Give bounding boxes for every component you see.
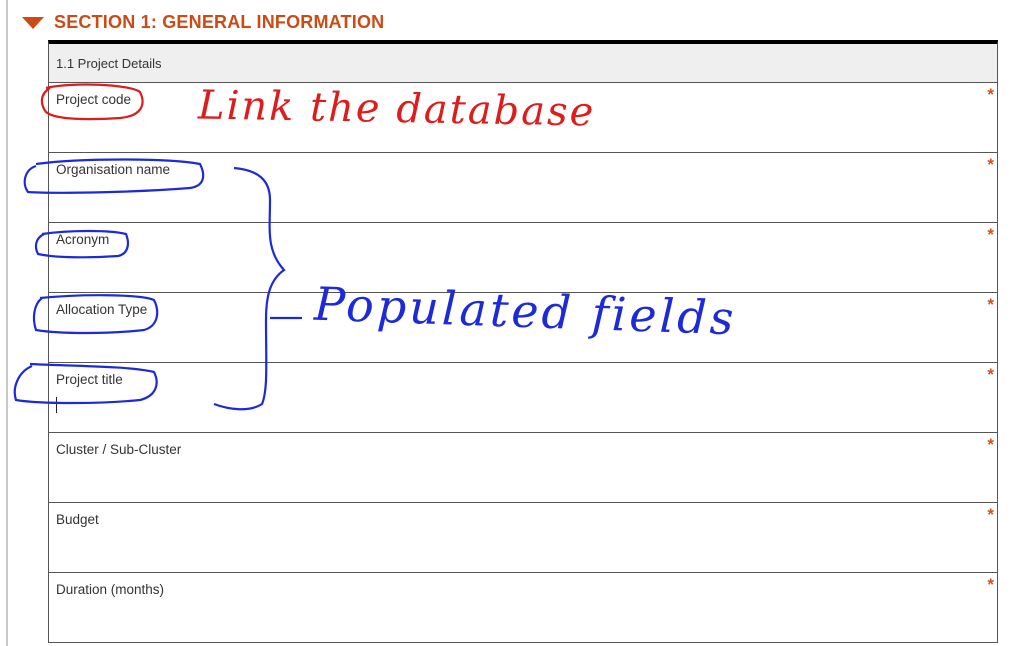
required-asterisk-icon: * [987,295,994,314]
left-divider [6,0,8,646]
row-acronym[interactable]: Acronym * [49,223,997,293]
required-asterisk-icon: * [987,435,994,454]
budget-input[interactable] [53,533,983,568]
required-asterisk-icon: * [987,225,994,244]
duration-label: Duration (months) [56,582,165,597]
required-asterisk-icon: * [987,155,994,174]
required-asterisk-icon: * [987,365,994,384]
duration-input[interactable] [53,603,983,638]
budget-label: Budget [56,512,99,527]
table-header: 1.1 Project Details [49,44,997,83]
project-code-label: Project code [56,92,132,107]
required-asterisk-icon: * [987,505,994,524]
row-cluster[interactable]: Cluster / Sub-Cluster * [49,433,997,503]
section-header[interactable]: SECTION 1: GENERAL INFORMATION [22,8,384,36]
row-organisation-name[interactable]: Organisation name * [49,153,997,223]
acronym-label: Acronym [56,232,110,247]
row-budget[interactable]: Budget * [49,503,997,573]
handwritten-note-red: Link the database [197,82,596,136]
row-project-title[interactable]: Project title * [49,363,997,433]
cluster-input[interactable] [53,463,983,498]
organisation-name-label: Organisation name [56,162,171,177]
project-title-label: Project title [56,372,123,387]
organisation-name-input[interactable] [53,183,983,218]
row-duration[interactable]: Duration (months) * [49,573,997,643]
allocation-type-label: Allocation Type [56,302,148,317]
project-title-input[interactable] [53,393,983,428]
section-title: SECTION 1: GENERAL INFORMATION [54,11,385,32]
required-asterisk-icon: * [987,85,994,104]
cluster-label: Cluster / Sub-Cluster [56,442,182,457]
required-asterisk-icon: * [987,575,994,594]
collapse-triangle-icon[interactable] [22,17,44,29]
